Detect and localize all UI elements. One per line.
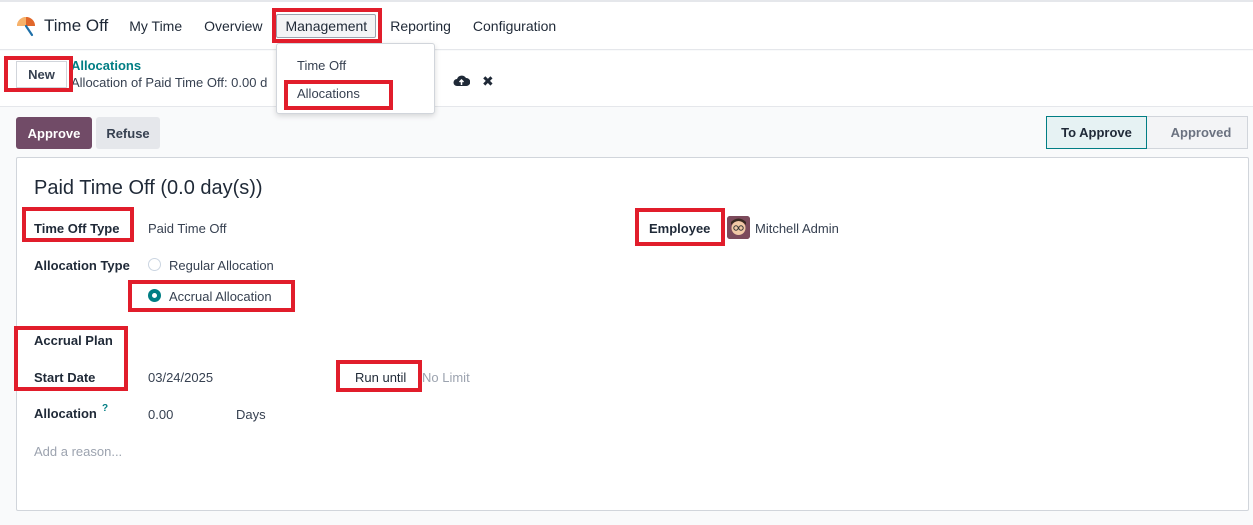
menu-configuration[interactable]: Configuration [462,18,567,34]
record-title: Paid Time Off (0.0 day(s)) [34,177,263,199]
cloud-upload-icon[interactable] [453,74,471,91]
allocation-help-icon[interactable]: ? [102,403,108,414]
umbrella-app-icon [17,16,35,36]
employee-avatar [727,216,750,239]
allocation-days-field[interactable]: 0.00 [148,407,173,422]
menu-my-time[interactable]: My Time [118,18,193,34]
allocation-type-label: Allocation Type [34,258,130,273]
menu-reporting[interactable]: Reporting [379,18,462,34]
breadcrumb-allocations[interactable]: Allocations [71,58,141,73]
regular-allocation-label[interactable]: Regular Allocation [169,258,274,273]
app-brand[interactable]: Time Off [14,14,118,38]
regular-allocation-radio[interactable] [148,258,161,271]
control-panel: New Allocations Allocation of Paid Time … [0,51,1253,107]
top-navbar: Time Off My Time Overview Management Rep… [0,0,1253,50]
stage-approved[interactable]: Approved [1147,116,1248,149]
accrual-allocation-radio[interactable] [148,289,161,302]
discard-close-icon[interactable]: ✖ [482,73,494,90]
refuse-button[interactable]: Refuse [96,117,160,149]
management-dropdown: Time Off Allocations [276,43,435,114]
stage-to-approve[interactable]: To Approve [1046,116,1147,149]
form-actions: Approve Refuse To Approve Approved [0,108,1253,158]
allocation-unit: Days [236,407,266,422]
accrual-allocation-label[interactable]: Accrual Allocation [169,289,272,304]
breadcrumb-current: Allocation of Paid Time Off: 0.00 d [71,75,268,90]
dropdown-item-allocations[interactable]: Allocations [297,86,360,101]
approve-button[interactable]: Approve [16,117,92,149]
start-date-label: Start Date [34,370,96,385]
form-sheet: Paid Time Off (0.0 day(s)) Time Off Type… [16,157,1249,511]
run-until-label: Run until [355,370,407,385]
dropdown-item-time-off[interactable]: Time Off [297,58,346,73]
app-title: Time Off [44,15,109,35]
time-off-type-field[interactable]: Paid Time Off [148,221,227,236]
run-until-field[interactable]: No Limit [422,370,470,385]
reason-field[interactable]: Add a reason... [34,444,122,459]
employee-field[interactable]: Mitchell Admin [755,221,839,236]
time-off-type-label: Time Off Type [34,221,120,236]
menu-overview[interactable]: Overview [193,18,273,34]
menu-management[interactable]: Management [276,13,377,38]
status-bar: To Approve Approved [1046,116,1248,149]
start-date-field[interactable]: 03/24/2025 [148,370,213,385]
accrual-plan-label: Accrual Plan [34,333,113,348]
allocation-label: Allocation [34,406,97,421]
new-button[interactable]: New [16,61,67,88]
employee-label: Employee [649,221,711,236]
